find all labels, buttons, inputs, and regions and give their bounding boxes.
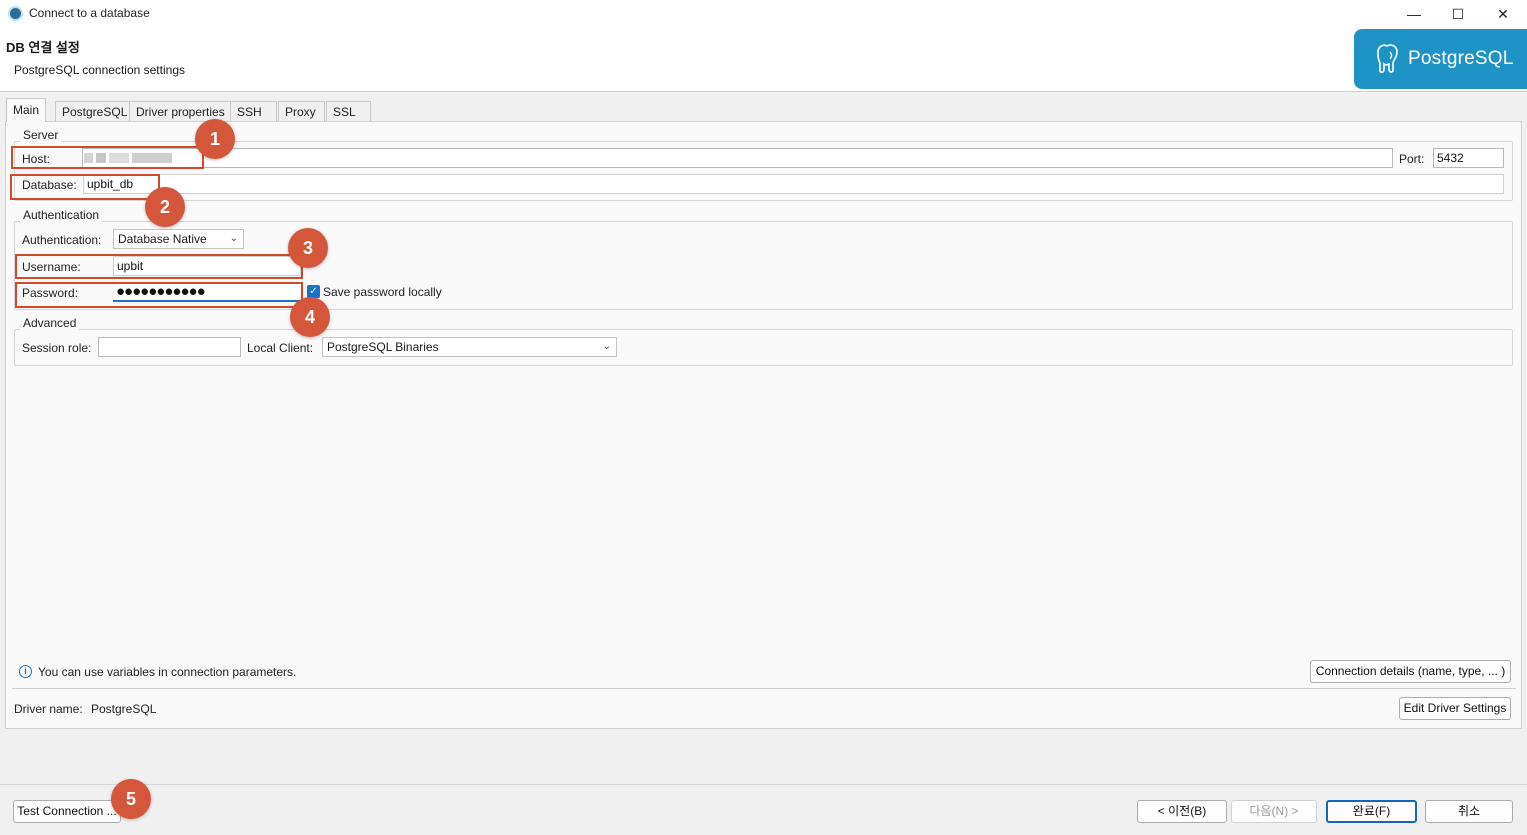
finish-button[interactable]: 완료(F)	[1326, 800, 1417, 823]
annotation-badge-3: 3	[288, 228, 328, 268]
database-input[interactable]: upbit_db	[83, 174, 1504, 194]
session-role-input[interactable]	[98, 337, 241, 357]
postgresql-logo-banner: PostgreSQL	[1354, 29, 1527, 89]
annotation-badge-2: 2	[145, 187, 185, 227]
port-label: Port:	[1399, 152, 1425, 166]
connection-details-button[interactable]: Connection details (name, type, ... )	[1310, 660, 1511, 683]
port-input[interactable]: 5432	[1433, 148, 1504, 168]
password-highlight-box	[15, 282, 303, 308]
advanced-group-title: Advanced	[20, 316, 80, 330]
tab-ssl[interactable]: SSL	[326, 101, 371, 121]
driver-name-value: PostgreSQL	[91, 702, 157, 716]
annotation-badge-5: 5	[111, 779, 151, 819]
local-client-select-value: PostgreSQL Binaries	[327, 340, 439, 354]
tab-ssh[interactable]: SSH	[230, 101, 277, 121]
tab-driver-properties[interactable]: Driver properties	[129, 101, 232, 121]
authentication-group-title: Authentication	[20, 208, 103, 222]
edit-driver-settings-button[interactable]: Edit Driver Settings	[1399, 697, 1511, 720]
server-group-title: Server	[20, 128, 62, 142]
test-connection-button[interactable]: Test Connection ...	[13, 800, 121, 823]
local-client-label: Local Client:	[247, 341, 314, 355]
host-input[interactable]	[82, 148, 1393, 168]
main-tab-panel	[5, 121, 1522, 729]
footer-divider	[0, 784, 1527, 785]
divider	[12, 688, 1516, 689]
next-button[interactable]: 다음(N) >	[1231, 800, 1317, 823]
app-icon	[8, 6, 23, 21]
postgresql-logo-text: PostgreSQL	[1408, 48, 1514, 69]
username-highlight-box	[15, 254, 303, 279]
minimize-button[interactable]: —	[1391, 0, 1437, 28]
save-password-label[interactable]: Save password locally	[323, 285, 442, 299]
page-title: DB 연결 설정	[6, 40, 80, 55]
session-role-label: Session role:	[22, 341, 92, 355]
variables-info-text: You can use variables in connection para…	[38, 665, 297, 679]
cancel-button[interactable]: 취소	[1425, 800, 1513, 823]
host-highlight-box	[11, 146, 204, 169]
window-title: Connect to a database	[29, 6, 150, 20]
authentication-select-value: Database Native	[118, 232, 207, 246]
back-button[interactable]: < 이전(B)	[1137, 800, 1227, 823]
annotation-badge-1: 1	[195, 119, 235, 159]
tab-postgresql[interactable]: PostgreSQL	[55, 101, 135, 121]
chevron-down-icon: ⌄	[602, 341, 611, 352]
dialog-header: DB 연결 설정 PostgreSQL connection settings …	[0, 28, 1527, 92]
page-subtitle: PostgreSQL connection settings	[14, 63, 185, 77]
annotation-badge-4: 4	[290, 297, 330, 337]
tab-proxy[interactable]: Proxy	[278, 101, 325, 121]
info-icon: i	[19, 665, 32, 678]
maximize-button[interactable]: ☐	[1435, 0, 1481, 28]
local-client-select[interactable]: PostgreSQL Binaries ⌄	[322, 337, 617, 357]
authentication-select[interactable]: Database Native ⌄	[113, 229, 244, 249]
chevron-down-icon: ⌄	[229, 233, 238, 244]
authentication-label: Authentication:	[22, 233, 102, 247]
elephant-icon	[1377, 44, 1398, 74]
database-highlight-box	[10, 174, 160, 200]
close-button[interactable]: ✕	[1480, 0, 1526, 28]
title-bar: Connect to a database — ☐ ✕	[0, 0, 1527, 28]
tab-main[interactable]: Main	[6, 98, 47, 122]
driver-name-label: Driver name:	[14, 702, 83, 716]
